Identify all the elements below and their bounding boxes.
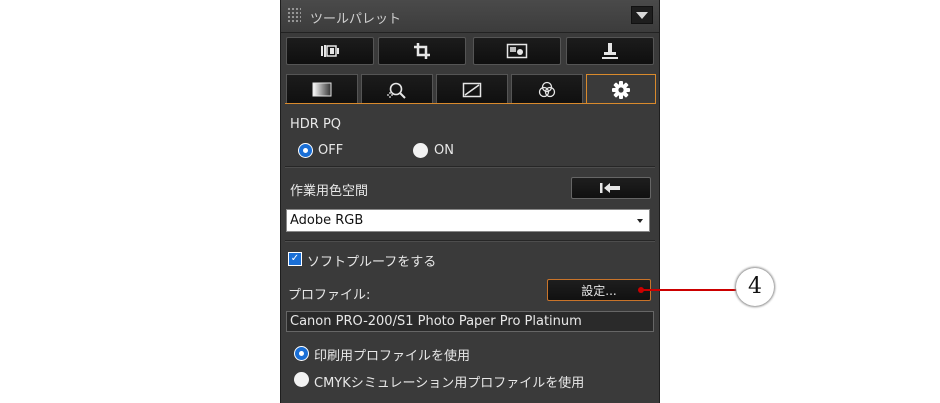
crop-button[interactable] bbox=[378, 37, 466, 65]
tab-basic-adjust[interactable] bbox=[286, 74, 358, 104]
profile-label: プロファイル: bbox=[288, 288, 371, 303]
image-adjust-button[interactable] bbox=[473, 37, 561, 65]
divider bbox=[285, 240, 655, 242]
palette-title-bar[interactable]: ツールパレット bbox=[281, 0, 659, 33]
palette-title: ツールパレット bbox=[310, 12, 402, 27]
dropdown-arrow-icon bbox=[637, 219, 643, 223]
divider bbox=[285, 166, 655, 168]
lens-correction-button[interactable] bbox=[286, 37, 374, 65]
hdr-off-radio[interactable] bbox=[298, 143, 313, 158]
profile-settings-button[interactable]: 設定... bbox=[547, 279, 651, 301]
hdr-on-radio[interactable] bbox=[413, 143, 428, 158]
palette-menu-button[interactable] bbox=[631, 6, 653, 24]
hdr-on-label[interactable]: ON bbox=[434, 143, 454, 158]
noise-sharpness-icon bbox=[387, 82, 406, 99]
tab-underline bbox=[285, 103, 656, 104]
lens-correction-icon bbox=[321, 45, 339, 57]
stamp-button[interactable] bbox=[566, 37, 654, 65]
callout-line bbox=[641, 289, 741, 291]
soft-proof-label[interactable]: ソフトプルーフをする bbox=[307, 251, 436, 270]
print-profile-label[interactable]: 印刷用プロファイルを使用 bbox=[314, 345, 470, 364]
tab-noise-sharpness[interactable] bbox=[361, 74, 433, 104]
color-adjust-icon bbox=[538, 81, 556, 97]
grip-icon[interactable] bbox=[287, 7, 301, 24]
profile-value-field: Canon PRO-200/S1 Photo Paper Pro Platinu… bbox=[286, 311, 654, 332]
hdr-pq-label: HDR PQ bbox=[290, 117, 342, 132]
color-space-select[interactable]: Adobe RGB bbox=[286, 209, 650, 232]
color-space-value: Adobe RGB bbox=[290, 213, 364, 228]
crop-icon bbox=[414, 43, 430, 59]
cmyk-profile-label[interactable]: CMYKシミュレーション用プロファイルを使用 bbox=[314, 372, 584, 391]
image-icon bbox=[506, 43, 528, 59]
tab-tone-curve[interactable] bbox=[436, 74, 508, 104]
callout-number: 4 bbox=[736, 268, 774, 306]
tool-palette: ツールパレット HDR PQ OFF ON 作業用色空間 Adobe RGB ✓… bbox=[280, 0, 660, 403]
stamp-icon bbox=[602, 43, 618, 59]
tone-curve-icon bbox=[462, 82, 482, 97]
color-space-label: 作業用色空間 bbox=[290, 184, 369, 199]
revert-icon bbox=[600, 183, 620, 193]
tab-color-adjust[interactable] bbox=[511, 74, 583, 104]
cmyk-profile-radio[interactable] bbox=[294, 372, 309, 387]
profile-settings-label: 設定... bbox=[581, 283, 617, 298]
soft-proof-checkbox[interactable]: ✓ bbox=[288, 252, 302, 266]
tab-settings[interactable] bbox=[586, 74, 656, 104]
basic-adjust-icon bbox=[312, 82, 332, 97]
settings-gear-icon bbox=[612, 80, 630, 99]
print-profile-radio[interactable] bbox=[294, 346, 309, 361]
reset-color-space-button[interactable] bbox=[571, 177, 651, 199]
hdr-off-label[interactable]: OFF bbox=[318, 143, 343, 158]
